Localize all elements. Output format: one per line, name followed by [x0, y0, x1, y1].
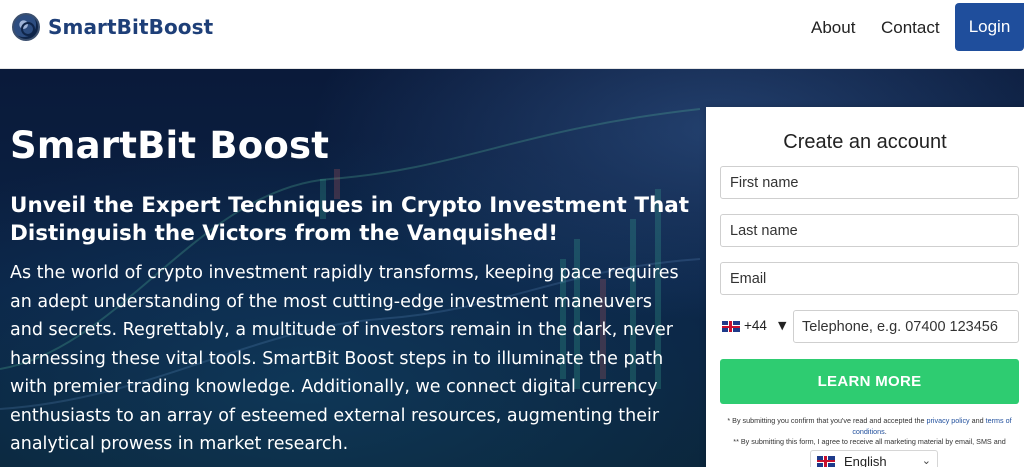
- signup-form: Create an account First name Last name E…: [706, 107, 1024, 467]
- marketing-note: ** By submitting this form, I agree to r…: [733, 437, 1006, 446]
- language-label: English: [844, 453, 887, 467]
- nav-contact-link[interactable]: Contact: [881, 18, 940, 38]
- hero-paragraph: As the world of crypto investment rapidl…: [10, 263, 679, 454]
- privacy-policy-link[interactable]: privacy policy: [927, 416, 970, 425]
- caret-down-icon[interactable]: ▼: [778, 319, 786, 332]
- phone-field[interactable]: Telephone, e.g. 07400 123456: [793, 310, 1019, 343]
- login-button[interactable]: Login: [955, 3, 1024, 51]
- brand[interactable]: SmartBitBoost: [12, 10, 213, 44]
- form-title: Create an account: [783, 131, 947, 153]
- language-select[interactable]: English ⌄: [810, 450, 938, 467]
- consent-note-text: * By submitting you confirm that you've …: [727, 416, 927, 425]
- chevron-down-icon: ⌄: [921, 454, 931, 467]
- consent-note-and: and: [969, 416, 986, 425]
- brand-name: SmartBitBoost: [48, 15, 214, 39]
- phone-row: +44 ▼ Telephone, e.g. 07400 123456: [720, 310, 1019, 343]
- uk-flag-icon[interactable]: [722, 321, 740, 332]
- nav-about-link[interactable]: About: [811, 18, 855, 38]
- first-name-field[interactable]: First name: [720, 166, 1019, 199]
- email-field[interactable]: Email: [720, 262, 1019, 295]
- last-name-field[interactable]: Last name: [720, 214, 1019, 247]
- consent-note-end: .: [884, 426, 887, 436]
- hero-title: SmartBit Boost: [10, 124, 330, 167]
- logo-icon: [12, 13, 40, 41]
- site-header: SmartBitBoost About Contact Login: [0, 0, 1024, 69]
- consent-note: * By submitting you confirm that you've …: [720, 416, 1019, 437]
- learn-more-button[interactable]: LEARN MORE: [720, 359, 1019, 404]
- hero-subtitle: Unveil the Expert Techniques in Crypto I…: [10, 193, 690, 246]
- phone-country-code[interactable]: +44: [744, 318, 767, 333]
- uk-flag-icon: [817, 455, 835, 467]
